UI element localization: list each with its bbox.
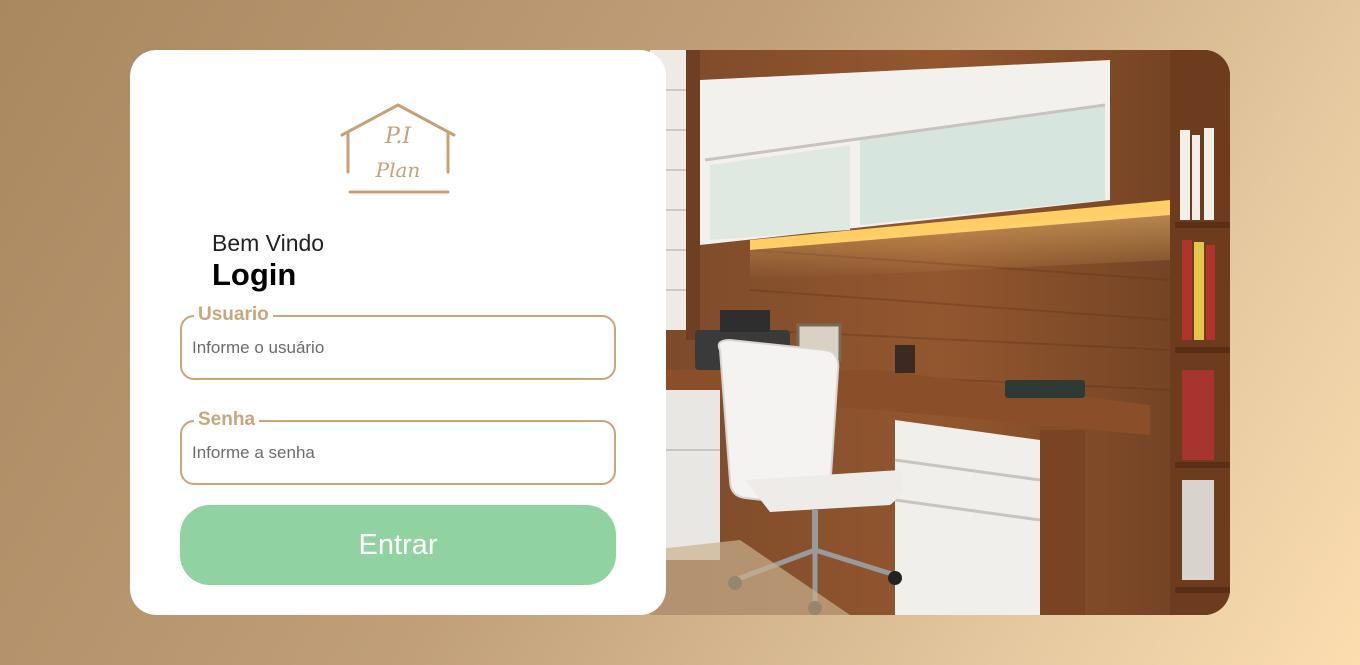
logo: P.I Plan bbox=[338, 100, 458, 200]
password-field: Senha bbox=[180, 409, 616, 485]
office-illustration bbox=[650, 50, 1230, 615]
page-title: Login bbox=[212, 257, 297, 292]
login-panel: P.I Plan Bem Vindo Login Usuario Senha E… bbox=[130, 50, 666, 615]
username-label: Usuario bbox=[194, 304, 273, 326]
office-photo bbox=[650, 50, 1230, 615]
submit-button[interactable]: Entrar bbox=[180, 505, 616, 585]
password-label: Senha bbox=[194, 409, 260, 431]
password-input[interactable] bbox=[192, 440, 597, 466]
house-logo-icon bbox=[340, 103, 456, 194]
username-input[interactable] bbox=[192, 335, 597, 361]
welcome-text: Bem Vindo bbox=[212, 230, 325, 256]
logo-text-line1: P.I bbox=[384, 124, 412, 149]
logo-text-line2: Plan bbox=[375, 158, 421, 182]
login-card: P.I Plan Bem Vindo Login Usuario Senha E… bbox=[130, 50, 1230, 615]
username-field: Usuario bbox=[180, 304, 616, 380]
